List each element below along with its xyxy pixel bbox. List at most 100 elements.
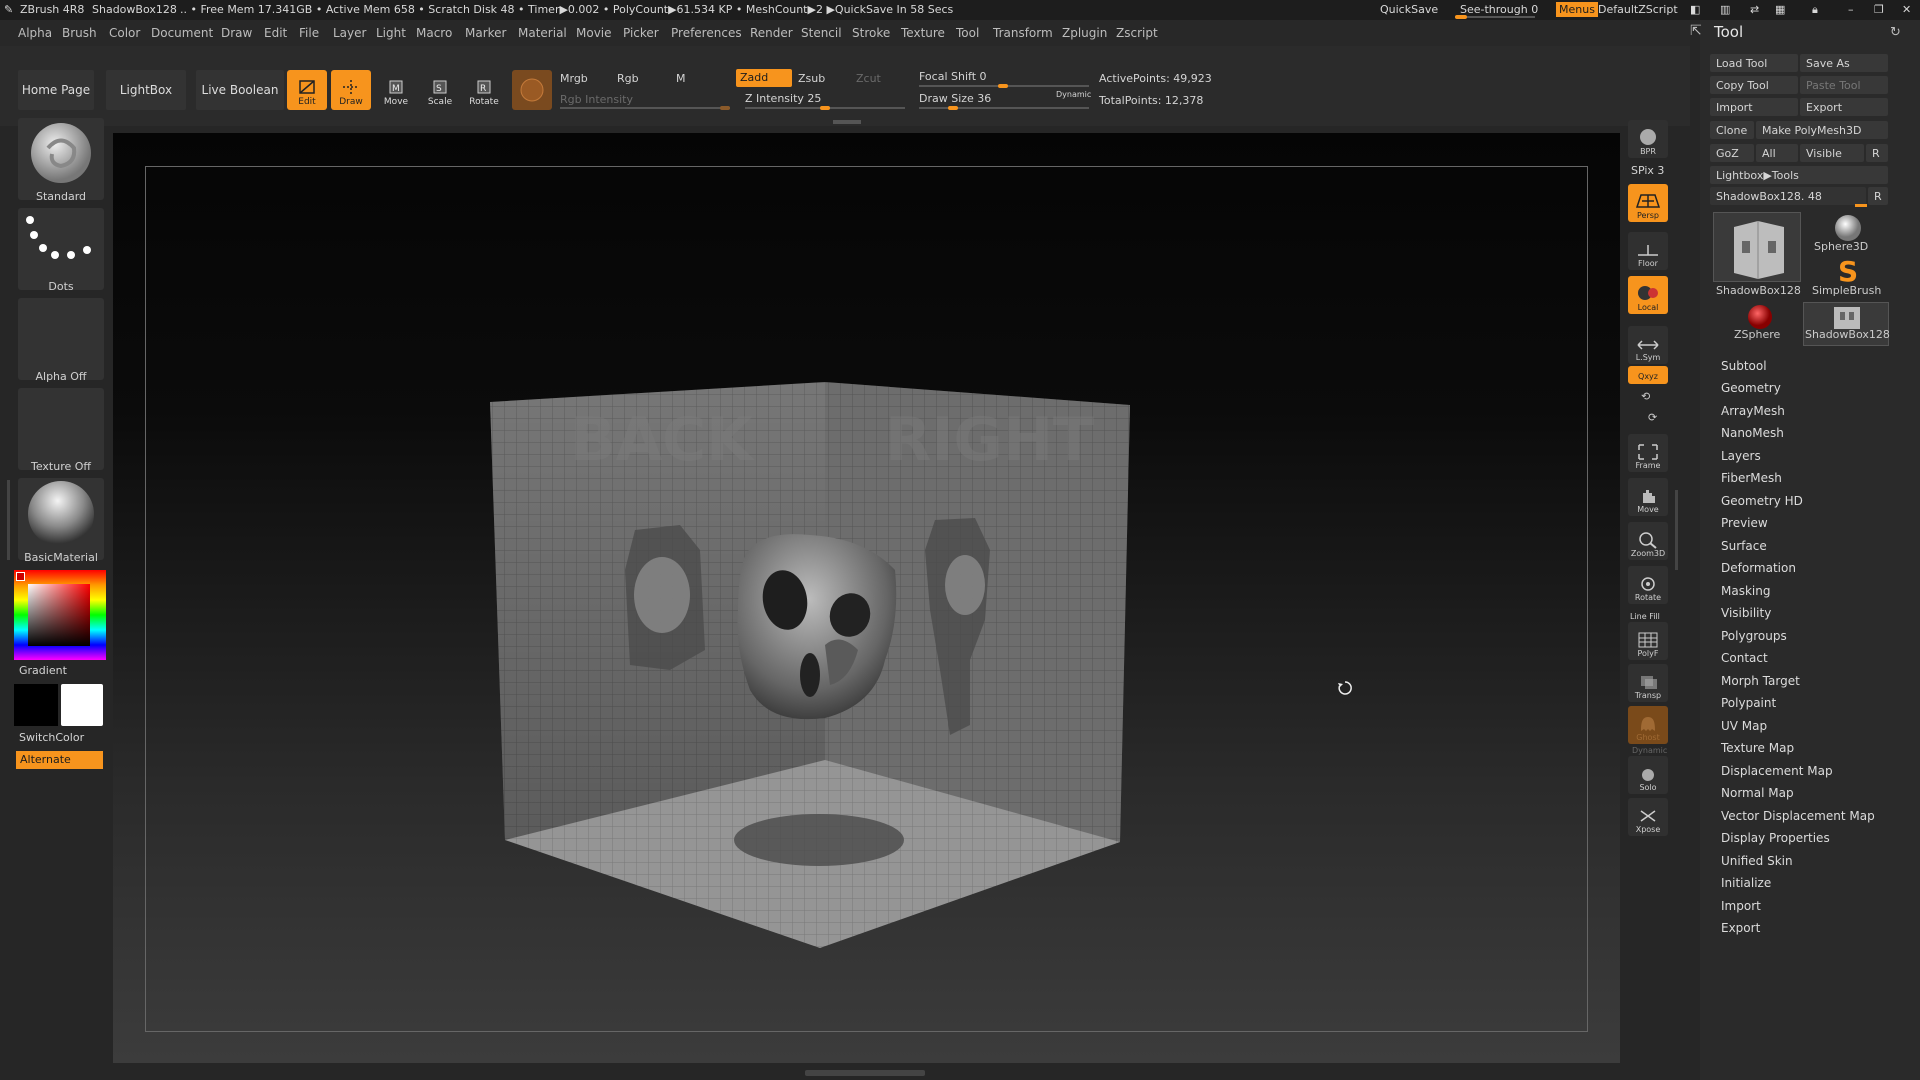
- section-masking[interactable]: Masking: [1721, 584, 1770, 598]
- goz-r-button[interactable]: R: [1866, 144, 1888, 162]
- menu-material[interactable]: Material: [518, 26, 567, 40]
- section-deformation[interactable]: Deformation: [1721, 561, 1796, 575]
- alternate-button[interactable]: Alternate: [16, 751, 103, 769]
- section-arraymesh[interactable]: ArrayMesh: [1721, 404, 1785, 418]
- zsub-button[interactable]: Zsub: [798, 72, 825, 85]
- tool-palette-title[interactable]: Tool: [1714, 23, 1743, 41]
- import-tool-button[interactable]: Import: [1710, 98, 1798, 116]
- section-unified-skin[interactable]: Unified Skin: [1721, 854, 1793, 868]
- draw-size-knob[interactable]: [948, 106, 958, 110]
- menu-marker[interactable]: Marker: [465, 26, 506, 40]
- menu-edit[interactable]: Edit: [264, 26, 287, 40]
- menus-button[interactable]: Menus: [1556, 2, 1598, 17]
- rgb-intensity-track[interactable]: [560, 107, 730, 109]
- current-tool-r-button[interactable]: R: [1868, 187, 1888, 205]
- shadowbox-scene[interactable]: BACK RIGHT: [480, 370, 1140, 960]
- save-as-button[interactable]: Save As: [1800, 54, 1888, 72]
- close-icon[interactable]: ✕: [1902, 3, 1911, 16]
- menu-stencil[interactable]: Stencil: [801, 26, 842, 40]
- mrgb-button[interactable]: Mrgb: [560, 72, 588, 85]
- section-preview[interactable]: Preview: [1721, 516, 1768, 530]
- tool-thumb-shadowbox128[interactable]: [1713, 212, 1801, 282]
- home-page-button[interactable]: Home Page: [18, 70, 94, 110]
- see-through-slider[interactable]: See-through 0: [1460, 3, 1538, 16]
- quicksave-button[interactable]: QuickSave: [1380, 3, 1438, 16]
- dynamic-toggle[interactable]: Dynamic: [1056, 90, 1091, 99]
- move-view-button[interactable]: Move: [1628, 478, 1668, 516]
- make-polymesh3d-button[interactable]: Make PolyMesh3D: [1756, 121, 1888, 139]
- polyf-button[interactable]: PolyF: [1628, 622, 1668, 660]
- see-through-knob[interactable]: [1455, 15, 1467, 19]
- section-contact[interactable]: Contact: [1721, 651, 1768, 665]
- section-vector-displacement-map[interactable]: Vector Displacement Map: [1721, 809, 1875, 823]
- rgb-intensity-slider[interactable]: Rgb Intensity: [560, 93, 633, 106]
- local-button[interactable]: Local: [1628, 276, 1668, 314]
- m-button[interactable]: M: [676, 72, 686, 85]
- section-fibermesh[interactable]: FiberMesh: [1721, 471, 1782, 485]
- section-geometry-hd[interactable]: Geometry HD: [1721, 494, 1803, 508]
- section-display-properties[interactable]: Display Properties: [1721, 831, 1830, 845]
- menu-render[interactable]: Render: [750, 26, 793, 40]
- z-intensity-slider[interactable]: Z Intensity 25: [745, 92, 821, 105]
- menu-light[interactable]: Light: [376, 26, 406, 40]
- palette-pin-icon[interactable]: ⇱: [1690, 23, 1702, 39]
- lsym-button[interactable]: L.Sym: [1628, 326, 1668, 364]
- goz-button[interactable]: GoZ: [1710, 144, 1754, 162]
- rotate-z-icon[interactable]: ⟳: [1648, 411, 1657, 424]
- solo-button[interactable]: Solo: [1628, 756, 1668, 794]
- section-morph-target[interactable]: Morph Target: [1721, 674, 1800, 688]
- z-intensity-knob[interactable]: [820, 106, 830, 110]
- bpr-button[interactable]: BPR: [1628, 120, 1668, 158]
- section-texture-map[interactable]: Texture Map: [1721, 741, 1794, 755]
- material-thumbnail[interactable]: [18, 478, 104, 560]
- xpose-button[interactable]: Xpose: [1628, 798, 1668, 836]
- scale-mode-button[interactable]: S Scale: [420, 70, 460, 110]
- export-tool-button[interactable]: Export: [1800, 98, 1888, 116]
- menu-transform[interactable]: Transform: [993, 26, 1053, 40]
- move-mode-button[interactable]: M Move: [376, 70, 416, 110]
- switch-color-button[interactable]: SwitchColor: [19, 731, 84, 744]
- rotate-view-button[interactable]: Rotate: [1628, 566, 1668, 604]
- focal-shift-slider[interactable]: Focal Shift 0: [919, 70, 987, 83]
- palette-icon[interactable]: ▦: [1775, 3, 1785, 16]
- menu-alpha[interactable]: Alpha: [18, 26, 52, 40]
- left-tray-handle[interactable]: [7, 480, 10, 560]
- secondary-color-swatch[interactable]: [14, 684, 58, 726]
- menu-layer[interactable]: Layer: [333, 26, 366, 40]
- color-picker[interactable]: [14, 570, 106, 660]
- menu-file[interactable]: File: [299, 26, 319, 40]
- lightbox-tools-button[interactable]: Lightbox▶Tools: [1710, 166, 1888, 184]
- right-tray-handle[interactable]: [1675, 490, 1678, 570]
- draw-size-slider[interactable]: Draw Size 36: [919, 92, 991, 105]
- rgb-intensity-knob[interactable]: [720, 106, 730, 110]
- color-saturation-square[interactable]: [28, 584, 90, 646]
- section-surface[interactable]: Surface: [1721, 539, 1767, 553]
- frame-button[interactable]: Frame: [1628, 434, 1668, 472]
- section-subtool[interactable]: Subtool: [1721, 359, 1767, 373]
- goz-all-button[interactable]: All: [1756, 144, 1798, 162]
- rotate-mode-button[interactable]: R Rotate: [464, 70, 504, 110]
- current-tool-slider[interactable]: ShadowBox128. 48: [1710, 187, 1866, 205]
- material-sphere-button[interactable]: [512, 70, 552, 110]
- section-normal-map[interactable]: Normal Map: [1721, 786, 1794, 800]
- menu-color[interactable]: Color: [109, 26, 140, 40]
- load-tool-button[interactable]: Load Tool: [1710, 54, 1798, 72]
- see-through-track[interactable]: [1455, 16, 1535, 18]
- zcut-button[interactable]: Zcut: [856, 72, 881, 85]
- swap-icon[interactable]: ⇄: [1750, 3, 1759, 16]
- menu-movie[interactable]: Movie: [576, 26, 612, 40]
- zoom3d-button[interactable]: Zoom3D: [1628, 522, 1668, 560]
- menu-brush[interactable]: Brush: [62, 26, 97, 40]
- ghost-button[interactable]: Ghost: [1628, 706, 1668, 744]
- zadd-button[interactable]: Zadd: [736, 69, 792, 87]
- menu-picker[interactable]: Picker: [623, 26, 659, 40]
- rotate-y-icon[interactable]: ⟲: [1641, 390, 1650, 403]
- tool-thumb-simplebrush[interactable]: S: [1818, 255, 1878, 288]
- menu-macro[interactable]: Macro: [416, 26, 452, 40]
- lock-icon[interactable]: 🔒︎: [1812, 3, 1818, 17]
- minimize-icon[interactable]: –: [1848, 3, 1854, 16]
- section-visibility[interactable]: Visibility: [1721, 606, 1771, 620]
- section-nanomesh[interactable]: NanoMesh: [1721, 426, 1784, 440]
- menu-zplugin[interactable]: Zplugin: [1062, 26, 1107, 40]
- section-layers[interactable]: Layers: [1721, 449, 1761, 463]
